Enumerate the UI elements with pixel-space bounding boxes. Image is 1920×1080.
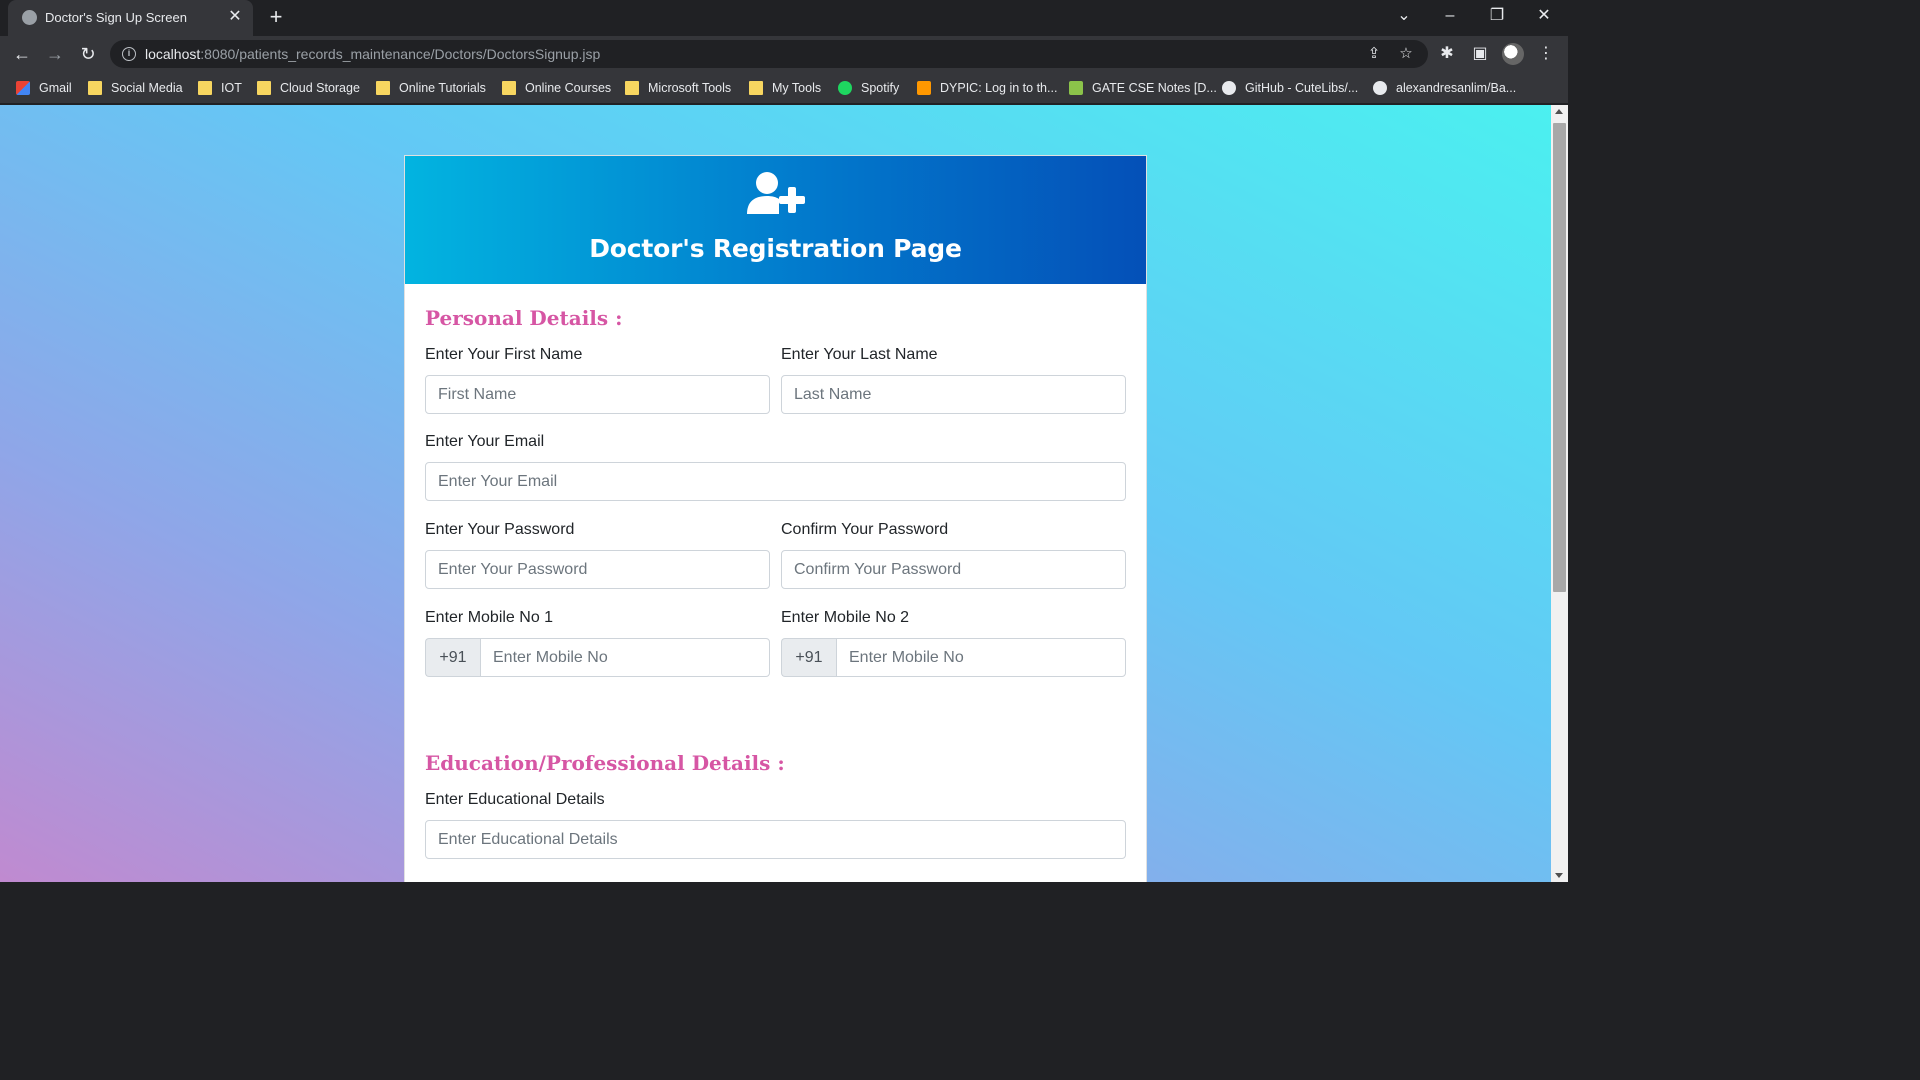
browser-titlebar: Doctor's Sign Up Screen ✕ + ⌄ – ❐ ✕	[0, 0, 1568, 36]
bookmark-star-icon[interactable]: ☆	[1396, 44, 1416, 64]
bookmark-my-tools[interactable]: My Tools	[749, 78, 821, 98]
bookmark-gmail[interactable]: Gmail	[16, 78, 72, 98]
confirm-password-label: Confirm Your Password	[781, 521, 949, 538]
bookmark-label: Gmail	[39, 81, 72, 95]
github-icon	[1222, 81, 1236, 95]
bookmark-social-media[interactable]: Social Media	[88, 78, 183, 98]
profile-avatar[interactable]	[1502, 43, 1524, 65]
mobile2-input[interactable]	[836, 638, 1126, 677]
page-scrollbar[interactable]	[1551, 105, 1568, 882]
page-background: Doctor's Registration Page Personal Deta…	[0, 105, 1551, 882]
url-host: localhost	[145, 46, 201, 62]
mobile1-input-group: +91	[425, 638, 770, 677]
folder-icon	[88, 81, 102, 95]
back-icon[interactable]: ←	[10, 42, 34, 66]
card-header: Doctor's Registration Page	[405, 156, 1146, 284]
bookmarks-bar: Gmail Social Media IOT Cloud Storage Onl…	[0, 72, 1568, 104]
mobile1-country-code: +91	[425, 638, 480, 677]
email-input[interactable]	[425, 462, 1126, 501]
folder-icon	[376, 81, 390, 95]
bookmark-label: GitHub - CuteLibs/...	[1245, 81, 1359, 95]
forward-icon[interactable]: →	[43, 42, 67, 66]
registration-card: Doctor's Registration Page Personal Deta…	[404, 155, 1147, 882]
page-title: Doctor's Registration Page	[589, 234, 962, 263]
tab-title: Doctor's Sign Up Screen	[45, 10, 187, 25]
bookmark-label: Spotify	[861, 81, 900, 95]
share-icon[interactable]: ⇪	[1364, 44, 1384, 64]
bookmark-microsoft-tools[interactable]: Microsoft Tools	[625, 78, 731, 98]
first-name-input[interactable]	[425, 375, 770, 414]
mobile2-label: Enter Mobile No 2	[781, 609, 910, 626]
education-input[interactable]	[425, 820, 1126, 859]
extensions-icon[interactable]: ✱	[1436, 43, 1458, 65]
mobile2-input-group: +91	[781, 638, 1126, 677]
bookmark-cloud-storage[interactable]: Cloud Storage	[257, 78, 360, 98]
bookmark-spotify[interactable]: Spotify	[838, 78, 899, 98]
bookmark-gate-cse[interactable]: GATE CSE Notes [D...	[1069, 78, 1217, 98]
bookmark-label: Online Courses	[525, 81, 612, 95]
scroll-down-icon[interactable]	[1555, 873, 1563, 878]
globe-icon	[22, 10, 37, 25]
folder-icon	[625, 81, 639, 95]
bookmark-label: IOT	[221, 81, 242, 95]
close-window-icon[interactable]: ✕	[1529, 5, 1559, 27]
bookmark-label: Cloud Storage	[280, 81, 360, 95]
education-details-heading: Education/Professional Details :	[425, 751, 785, 775]
password-label: Enter Your Password	[425, 521, 575, 538]
site-info-icon[interactable]: i	[122, 47, 136, 61]
bookmark-label: DYPIC: Log in to th...	[940, 81, 1058, 95]
confirm-password-input[interactable]	[781, 550, 1126, 589]
bookmark-label: My Tools	[772, 81, 822, 95]
bookmark-iot[interactable]: IOT	[198, 78, 242, 98]
user-plus-icon	[747, 172, 805, 214]
side-panel-icon[interactable]: ▣	[1469, 43, 1491, 65]
email-label: Enter Your Email	[425, 433, 545, 450]
bookmark-online-tutorials[interactable]: Online Tutorials	[376, 78, 486, 98]
education-label: Enter Educational Details	[425, 791, 605, 808]
folder-icon	[502, 81, 516, 95]
bookmark-label: Social Media	[111, 81, 183, 95]
browser-tab[interactable]: Doctor's Sign Up Screen ✕	[8, 0, 253, 36]
github-icon	[1373, 81, 1387, 95]
url-path: :8080/patients_records_maintenance/Docto…	[200, 46, 601, 62]
gmail-icon	[16, 81, 30, 95]
menu-icon[interactable]: ⋮	[1535, 43, 1557, 65]
mobile1-input[interactable]	[480, 638, 770, 677]
bookmark-label: alexandresanlim/Ba...	[1396, 81, 1517, 95]
password-input[interactable]	[425, 550, 770, 589]
spotify-icon	[838, 81, 852, 95]
bookmark-online-courses[interactable]: Online Courses	[502, 78, 611, 98]
mobile2-country-code: +91	[781, 638, 836, 677]
folder-icon	[198, 81, 212, 95]
bookmark-github-cutelibs[interactable]: GitHub - CuteLibs/...	[1222, 78, 1358, 98]
restore-icon[interactable]: ❐	[1482, 5, 1512, 27]
new-tab-button[interactable]: +	[264, 5, 288, 29]
bookmark-github-alexandresanlim[interactable]: alexandresanlim/Ba...	[1373, 78, 1516, 98]
scroll-thumb[interactable]	[1553, 123, 1566, 592]
minimize-icon[interactable]: –	[1435, 5, 1465, 27]
tab-search-icon[interactable]: ⌄	[1389, 5, 1419, 27]
folder-icon	[749, 81, 763, 95]
dypic-icon	[917, 81, 931, 95]
browser-toolbar: ← → ↻ i localhost:8080/patients_records_…	[0, 36, 1568, 72]
first-name-label: Enter Your First Name	[425, 346, 583, 363]
last-name-input[interactable]	[781, 375, 1126, 414]
personal-details-heading: Personal Details :	[425, 306, 623, 330]
folder-icon	[257, 81, 271, 95]
scroll-up-icon[interactable]	[1555, 109, 1563, 114]
bookmark-dypic[interactable]: DYPIC: Log in to th...	[917, 78, 1057, 98]
close-tab-icon[interactable]: ✕	[225, 7, 245, 27]
mobile1-label: Enter Mobile No 1	[425, 609, 554, 626]
bookmark-label: Microsoft Tools	[648, 81, 732, 95]
address-bar[interactable]: i localhost:8080/patients_records_mainte…	[110, 40, 1428, 68]
bookmark-label: Online Tutorials	[399, 81, 486, 95]
url-text[interactable]: localhost:8080/patients_records_maintena…	[145, 46, 600, 62]
bookmark-label: GATE CSE Notes [D...	[1092, 81, 1217, 95]
last-name-label: Enter Your Last Name	[781, 346, 938, 363]
reload-icon[interactable]: ↻	[76, 42, 100, 66]
gate-icon	[1069, 81, 1083, 95]
